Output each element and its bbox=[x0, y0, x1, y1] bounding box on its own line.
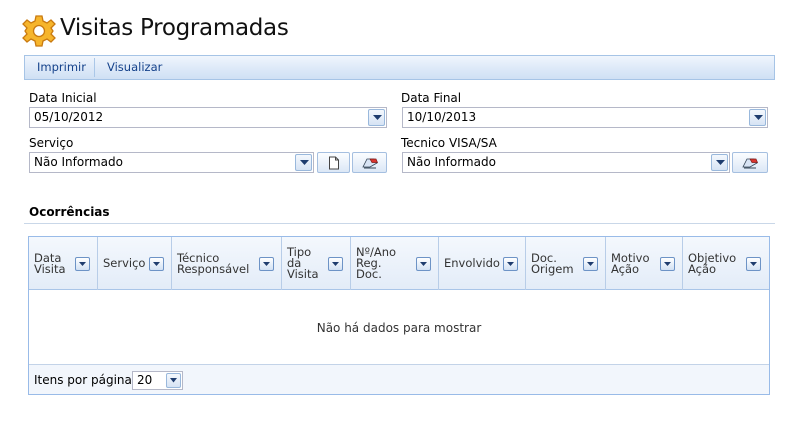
column-menu-button[interactable] bbox=[259, 257, 274, 271]
chevron-down-icon bbox=[332, 262, 339, 266]
column-doc-origem[interactable]: Doc. Origem bbox=[526, 237, 606, 290]
column-envolvido[interactable]: Envolvido bbox=[439, 237, 526, 290]
chevron-down-icon bbox=[754, 115, 763, 120]
column-label: Nº/Ano Reg. Doc. bbox=[356, 245, 397, 281]
tecnico-value: Não Informado bbox=[407, 155, 496, 169]
chevron-down-icon bbox=[587, 262, 594, 266]
tecnico-dropdown-button[interactable] bbox=[711, 154, 728, 171]
chevron-down-icon bbox=[79, 262, 86, 266]
servico-new-button[interactable] bbox=[317, 152, 350, 173]
column-tecnico-responsavel[interactable]: Técnico Responsável bbox=[172, 237, 282, 290]
eraser-icon bbox=[361, 158, 378, 168]
chevron-down-icon bbox=[153, 262, 160, 266]
occurrences-grid: Data Visita Serviço Técnico Responsável … bbox=[28, 236, 770, 395]
empty-message: Não há dados para mostrar bbox=[316, 321, 482, 335]
data-inicial-dropdown-button[interactable] bbox=[368, 109, 385, 126]
column-menu-button[interactable] bbox=[746, 257, 761, 271]
chevron-down-icon bbox=[664, 262, 671, 266]
column-label: Envolvido bbox=[444, 256, 500, 270]
data-inicial-value: 05/10/2012 bbox=[34, 110, 104, 124]
per-page-dropdown-button[interactable] bbox=[166, 373, 181, 388]
column-servico[interactable]: Serviço bbox=[98, 237, 172, 290]
section-divider bbox=[24, 223, 775, 224]
column-menu-button[interactable] bbox=[328, 257, 343, 271]
servico-dropdown-button[interactable] bbox=[295, 154, 312, 171]
per-page-select[interactable]: 20 bbox=[132, 371, 183, 390]
chevron-down-icon bbox=[170, 378, 177, 383]
tecnico-clear-button[interactable] bbox=[732, 152, 768, 173]
column-label: Técnico Responsável bbox=[177, 250, 250, 276]
column-objetivo-acao[interactable]: Objetivo Ação bbox=[683, 237, 769, 290]
column-label: Serviço bbox=[103, 256, 146, 270]
new-document-icon bbox=[328, 156, 339, 169]
chevron-down-icon bbox=[420, 262, 427, 266]
toolbar: Imprimir Visualizar bbox=[24, 55, 775, 80]
column-label: Doc. Origem bbox=[531, 250, 574, 276]
per-page-value: 20 bbox=[137, 373, 153, 387]
column-label: Motivo Ação bbox=[611, 250, 650, 276]
column-menu-button[interactable] bbox=[660, 257, 675, 271]
column-menu-button[interactable] bbox=[583, 257, 598, 271]
chevron-down-icon bbox=[373, 115, 382, 120]
eraser-icon bbox=[742, 158, 758, 168]
view-button[interactable]: Visualizar bbox=[95, 56, 174, 79]
chevron-down-icon bbox=[263, 262, 270, 266]
data-final-field[interactable]: 10/10/2013 bbox=[402, 107, 768, 128]
data-inicial-label: Data Inicial bbox=[29, 91, 97, 105]
chevron-down-icon bbox=[300, 160, 309, 165]
grid-header: Data Visita Serviço Técnico Responsável … bbox=[29, 237, 769, 290]
data-final-dropdown-button[interactable] bbox=[749, 109, 766, 126]
data-final-label: Data Final bbox=[401, 91, 462, 105]
tecnico-label: Tecnico VISA/SA bbox=[401, 136, 497, 150]
column-menu-button[interactable] bbox=[416, 257, 431, 271]
column-num-ano-reg-doc[interactable]: Nº/Ano Reg. Doc. bbox=[351, 237, 439, 290]
chevron-down-icon bbox=[507, 262, 514, 266]
data-inicial-field[interactable]: 05/10/2012 bbox=[29, 107, 387, 128]
servico-select[interactable]: Não Informado bbox=[29, 152, 314, 173]
per-page-label: Itens por página: bbox=[34, 373, 136, 387]
page-title: Visitas Programadas bbox=[60, 15, 289, 41]
pagination-bar: Itens por página: 20 bbox=[29, 364, 769, 394]
servico-value: Não Informado bbox=[34, 155, 123, 169]
servico-label: Serviço bbox=[29, 136, 74, 150]
chevron-down-icon bbox=[750, 262, 757, 266]
tecnico-select[interactable]: Não Informado bbox=[402, 152, 730, 173]
print-button[interactable]: Imprimir bbox=[25, 56, 98, 79]
column-label: Objetivo Ação bbox=[688, 250, 737, 276]
column-data-visita[interactable]: Data Visita bbox=[29, 237, 98, 290]
column-motivo-acao[interactable]: Motivo Ação bbox=[606, 237, 683, 290]
data-final-value: 10/10/2013 bbox=[407, 110, 477, 124]
column-label: Data Visita bbox=[34, 250, 66, 276]
chevron-down-icon bbox=[716, 160, 725, 165]
gear-icon bbox=[22, 14, 56, 48]
column-menu-button[interactable] bbox=[503, 257, 518, 271]
occurrences-title: Ocorrências bbox=[29, 205, 110, 219]
column-tipo-visita[interactable]: Tipo da Visita bbox=[282, 237, 351, 290]
column-label: Tipo da Visita bbox=[287, 245, 319, 281]
column-menu-button[interactable] bbox=[75, 257, 90, 271]
servico-clear-button[interactable] bbox=[352, 152, 387, 173]
column-menu-button[interactable] bbox=[149, 257, 164, 271]
